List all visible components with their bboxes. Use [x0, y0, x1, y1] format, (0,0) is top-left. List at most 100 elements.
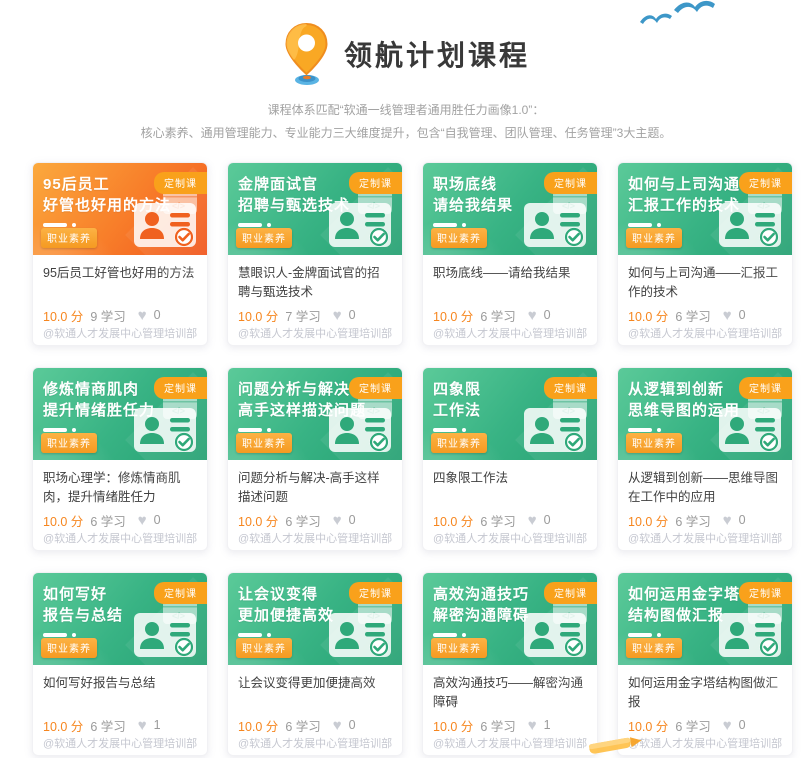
heart-icon[interactable]: ♥ [138, 718, 147, 733]
category-tag: 职业素养 [431, 638, 487, 658]
course-author: @软通人才发展中心管理培训部 [238, 530, 392, 546]
like-count: 0 [349, 718, 356, 732]
course-card[interactable]: 定制课 金牌面试官 招聘与甄选技术 </> [227, 162, 403, 346]
course-score: 10.0 分 [43, 306, 83, 325]
course-card[interactable]: 定制课 95后员工 好管也好用的方法 </> [32, 162, 208, 346]
course-stats: 10.0 分 7 学习 ♥ 0 [238, 306, 392, 325]
course-stats: 10.0 分 6 学习 ♥ 1 [433, 716, 587, 735]
heart-icon[interactable]: ♥ [723, 308, 732, 323]
id-card-with-code-window-icon: </> [516, 188, 590, 250]
course-score: 10.0 分 [238, 306, 278, 325]
like-count: 0 [349, 513, 356, 527]
course-card[interactable]: 定制课 从逻辑到创新 思维导图的运用 </> [617, 367, 793, 551]
course-stats: 10.0 分 6 学习 ♥ 0 [43, 511, 197, 530]
heart-icon[interactable]: ♥ [138, 308, 147, 323]
course-card-cover: 定制课 问题分析与解决 高手这样描述问题 </> [228, 368, 402, 460]
course-score: 10.0 分 [43, 511, 83, 530]
learner-count: 6 学习 [480, 511, 515, 530]
course-stats: 10.0 分 6 学习 ♥ 0 [238, 716, 392, 735]
course-card-cover: 定制课 如何与上司沟通 汇报工作的技术 </> [618, 163, 792, 255]
course-stats: 10.0 分 6 学习 ♥ 0 [628, 511, 782, 530]
learner-count: 6 学习 [285, 511, 320, 530]
learner-count: 6 学习 [675, 716, 710, 735]
course-card[interactable]: 定制课 四象限 工作法 </> [422, 367, 598, 551]
custom-course-badge: 定制课 [544, 582, 597, 604]
heart-icon[interactable]: ♥ [723, 718, 732, 733]
category-tag: 职业素养 [626, 433, 682, 453]
course-stats: 10.0 分 6 学习 ♥ 0 [433, 306, 587, 325]
course-card[interactable]: 定制课 如何写好 报告与总结 </> [32, 572, 208, 756]
course-author: @软通人才发展中心管理培训部 [433, 530, 587, 546]
course-card-cover: 定制课 从逻辑到创新 思维导图的运用 </> [618, 368, 792, 460]
course-card[interactable]: 定制课 如何与上司沟通 汇报工作的技术 </> [617, 162, 793, 346]
subtitle-line1: 课程体系匹配“软通一线管理者通用胜任力画像1.0”： [0, 99, 812, 122]
custom-course-badge: 定制课 [544, 172, 597, 194]
custom-course-badge: 定制课 [154, 172, 207, 194]
id-card-with-code-window-icon: </> [126, 393, 200, 455]
like-count: 0 [544, 513, 551, 527]
course-author: @软通人才发展中心管理培训部 [433, 735, 587, 751]
like-count: 0 [544, 308, 551, 322]
course-card[interactable]: 定制课 让会议变得 更加便捷高效 </> [227, 572, 403, 756]
course-grid: 定制课 95后员工 好管也好用的方法 </> [0, 145, 812, 756]
heart-icon[interactable]: ♥ [723, 513, 732, 528]
category-tag: 职业素养 [431, 433, 487, 453]
course-score: 10.0 分 [628, 306, 668, 325]
id-card-with-code-window-icon: </> [321, 393, 395, 455]
course-score: 10.0 分 [433, 511, 473, 530]
like-count: 1 [154, 718, 161, 732]
course-card-cover: 定制课 金牌面试官 招聘与甄选技术 </> [228, 163, 402, 255]
course-stats: 10.0 分 6 学习 ♥ 0 [433, 511, 587, 530]
learner-count: 6 学习 [90, 511, 125, 530]
heart-icon[interactable]: ♥ [333, 513, 342, 528]
like-count: 0 [154, 308, 161, 322]
course-card[interactable]: 定制课 修炼情商肌肉 提升情绪胜任力 </> [32, 367, 208, 551]
course-stats: 10.0 分 6 学习 ♥ 0 [628, 306, 782, 325]
custom-course-badge: 定制课 [154, 582, 207, 604]
heart-icon[interactable]: ♥ [528, 718, 537, 733]
course-stats: 10.0 分 6 学习 ♥ 0 [628, 716, 782, 735]
category-tag: 职业素养 [41, 433, 97, 453]
course-score: 10.0 分 [43, 716, 83, 735]
heart-icon[interactable]: ♥ [333, 308, 342, 323]
course-author: @软通人才发展中心管理培训部 [628, 735, 782, 751]
course-card[interactable]: 定制课 高效沟通技巧 解密沟通障碍 </> [422, 572, 598, 756]
id-card-with-code-window-icon: </> [126, 598, 200, 660]
course-author: @软通人才发展中心管理培训部 [238, 735, 392, 751]
course-author: @软通人才发展中心管理培训部 [238, 325, 392, 341]
custom-course-badge: 定制课 [349, 582, 402, 604]
like-count: 0 [739, 513, 746, 527]
heart-icon[interactable]: ♥ [333, 718, 342, 733]
course-author: @软通人才发展中心管理培训部 [43, 735, 197, 751]
id-card-with-code-window-icon: </> [321, 188, 395, 250]
id-card-with-code-window-icon: </> [516, 598, 590, 660]
course-author: @软通人才发展中心管理培训部 [43, 530, 197, 546]
subtitle-line2: 核心素养、通用管理能力、专业能力三大维度提升，包含“自我管理、团队管理、任务管理… [0, 122, 812, 145]
like-count: 0 [349, 308, 356, 322]
course-card[interactable]: 定制课 如何运用金字塔 结构图做汇报 </> [617, 572, 793, 756]
course-stats: 10.0 分 9 学习 ♥ 0 [43, 306, 197, 325]
page-subtitle: 课程体系匹配“软通一线管理者通用胜任力画像1.0”： 核心素养、通用管理能力、专… [0, 99, 812, 145]
course-score: 10.0 分 [628, 511, 668, 530]
learner-count: 6 学习 [90, 716, 125, 735]
category-tag: 职业素养 [41, 638, 97, 658]
category-tag: 职业素养 [236, 638, 292, 658]
course-score: 10.0 分 [433, 716, 473, 735]
learner-count: 6 学习 [480, 306, 515, 325]
custom-course-badge: 定制课 [349, 172, 402, 194]
heart-icon[interactable]: ♥ [528, 513, 537, 528]
learner-count: 6 学习 [675, 511, 710, 530]
learner-count: 7 学习 [285, 306, 320, 325]
course-card[interactable]: 定制课 问题分析与解决 高手这样描述问题 </> [227, 367, 403, 551]
heart-icon[interactable]: ♥ [138, 513, 147, 528]
like-count: 0 [739, 718, 746, 732]
custom-course-badge: 定制课 [349, 377, 402, 399]
course-card[interactable]: 定制课 职场底线 请给我结果 </> [422, 162, 598, 346]
course-card-cover: 定制课 如何运用金字塔 结构图做汇报 </> [618, 573, 792, 665]
id-card-with-code-window-icon: </> [516, 393, 590, 455]
location-pin-icon [282, 22, 330, 86]
like-count: 1 [544, 718, 551, 732]
category-tag: 职业素养 [626, 638, 682, 658]
heart-icon[interactable]: ♥ [528, 308, 537, 323]
id-card-with-code-window-icon: </> [711, 188, 785, 250]
